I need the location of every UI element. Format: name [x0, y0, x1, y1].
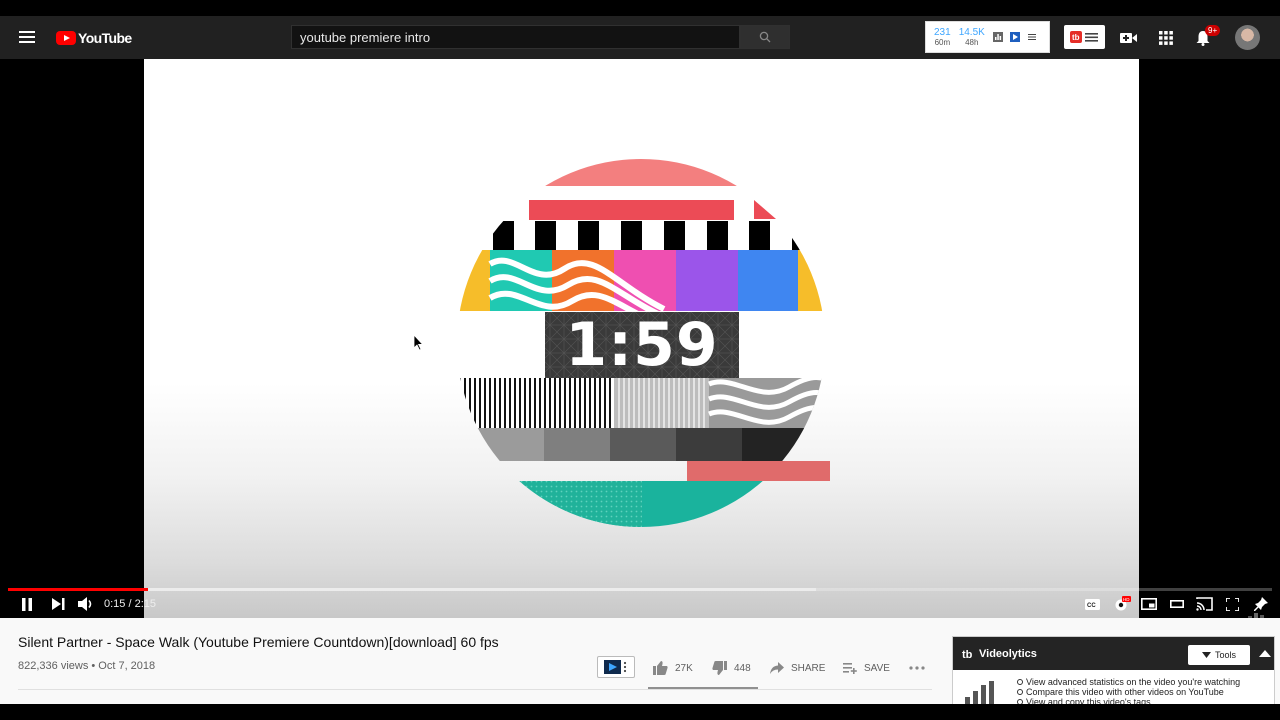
share-icon	[770, 662, 784, 674]
videolytics-feature-list: View advanced statistics on the video yo…	[1017, 677, 1240, 707]
settings-button[interactable]: HD	[1112, 596, 1132, 612]
svg-text:tb: tb	[962, 649, 973, 659]
thumbs-up-icon	[653, 661, 668, 675]
tubebuddy-button[interactable]: tb	[1064, 25, 1105, 49]
list-item: Compare this video with other videos on …	[1017, 687, 1240, 697]
player-controls: 0:15 / 2:15 CC HD	[0, 592, 1280, 618]
screen: YouTube youtube premiere intro 231 60m 1…	[0, 0, 1280, 720]
video-player[interactable]: 1:59	[0, 59, 1280, 630]
stat-value: 231	[934, 27, 951, 38]
fullscreen-icon	[1226, 597, 1239, 611]
stat-value: 14.5K	[958, 27, 985, 38]
stat-48h: 14.5K 48h	[959, 27, 985, 47]
skip-next-icon	[51, 598, 64, 610]
like-button[interactable]: 27K	[653, 660, 693, 676]
vidiq-extension-button[interactable]	[597, 656, 635, 678]
video-title: Silent Partner - Space Walk (Youtube Pre…	[18, 634, 499, 650]
countdown-timer: 1:59	[565, 310, 719, 380]
share-label: SHARE	[791, 662, 826, 674]
bottom-letterbox	[0, 704, 1280, 720]
vidiq-icon[interactable]	[1009, 32, 1020, 42]
pause-icon	[22, 597, 32, 611]
theater-icon	[1169, 599, 1184, 609]
pin-icon	[1253, 597, 1268, 611]
avatar[interactable]	[1235, 25, 1260, 50]
stat-period: 60m	[934, 38, 951, 47]
theater-mode-button[interactable]	[1168, 596, 1185, 612]
bar-chart-icon[interactable]	[992, 32, 1003, 42]
svg-text:tb: tb	[1072, 33, 1080, 42]
next-button[interactable]	[50, 596, 66, 612]
svg-text:HD: HD	[1123, 597, 1130, 602]
more-actions-button[interactable]	[909, 660, 925, 676]
volume-button[interactable]	[77, 596, 95, 612]
tools-label: Tools	[1214, 650, 1236, 660]
svg-text:CC: CC	[1087, 603, 1096, 609]
pause-button[interactable]	[19, 596, 35, 612]
list-item: View advanced statistics on the video yo…	[1017, 677, 1240, 687]
captions-icon: CC	[1085, 598, 1100, 610]
like-count: 27K	[675, 662, 693, 674]
cast-icon	[1195, 597, 1213, 611]
search-input[interactable]: youtube premiere intro	[291, 25, 740, 49]
miniplayer-icon	[1140, 598, 1157, 610]
mouse-cursor-icon	[414, 335, 424, 351]
cast-button[interactable]	[1195, 596, 1213, 612]
gear-icon: HD	[1115, 596, 1131, 611]
miniplayer-button[interactable]	[1140, 596, 1157, 612]
notification-badge: 9+	[1205, 25, 1221, 36]
logo-text: YouTube	[78, 29, 132, 46]
played-progress	[8, 588, 149, 591]
vidiq-icon	[604, 660, 627, 674]
stat-period: 48h	[965, 38, 979, 47]
divider	[18, 689, 932, 690]
youtube-logo[interactable]: YouTube	[56, 29, 132, 46]
top-letterbox	[0, 0, 1280, 16]
dislike-button[interactable]: 448	[712, 660, 751, 676]
stat-60m: 231 60m	[934, 27, 951, 47]
caret-down-icon	[1201, 652, 1211, 658]
add-to-playlist-icon	[843, 663, 857, 674]
collapse-icon[interactable]	[1259, 650, 1271, 657]
videolytics-title: Videolytics	[979, 647, 1037, 660]
tools-dropdown[interactable]: Tools	[1188, 645, 1250, 665]
subtitles-button[interactable]: CC	[1084, 596, 1101, 612]
share-button[interactable]: SHARE	[770, 660, 825, 676]
apps-grid-icon[interactable]	[1157, 29, 1175, 47]
create-video-icon[interactable]	[1119, 29, 1137, 47]
volume-icon	[78, 597, 92, 611]
more-horizontal-icon	[909, 666, 925, 670]
tubebuddy-icon: tb	[1069, 31, 1098, 43]
masthead: YouTube youtube premiere intro 231 60m 1…	[0, 16, 1280, 59]
stats-widget[interactable]: 231 60m 14.5K 48h	[925, 21, 1050, 53]
view-count-date: 822,336 views • Oct 7, 2018	[18, 660, 156, 672]
menu-icon[interactable]	[19, 31, 35, 43]
video-frame[interactable]: 1:59	[144, 59, 1139, 618]
tubebuddy-icon: tb	[962, 649, 973, 659]
save-label: SAVE	[864, 662, 890, 674]
youtube-play-icon	[56, 30, 76, 45]
save-button[interactable]: SAVE	[843, 660, 890, 676]
search-button[interactable]	[740, 25, 790, 49]
progress-bar[interactable]	[8, 588, 1272, 591]
list-icon[interactable]	[1027, 32, 1037, 42]
search-icon	[759, 31, 771, 43]
time-display: 0:15 / 2:15	[104, 598, 156, 610]
pin-button[interactable]	[1252, 596, 1269, 612]
thumbs-down-icon	[712, 661, 727, 675]
dislike-count: 448	[734, 662, 751, 674]
fullscreen-button[interactable]	[1224, 596, 1241, 612]
